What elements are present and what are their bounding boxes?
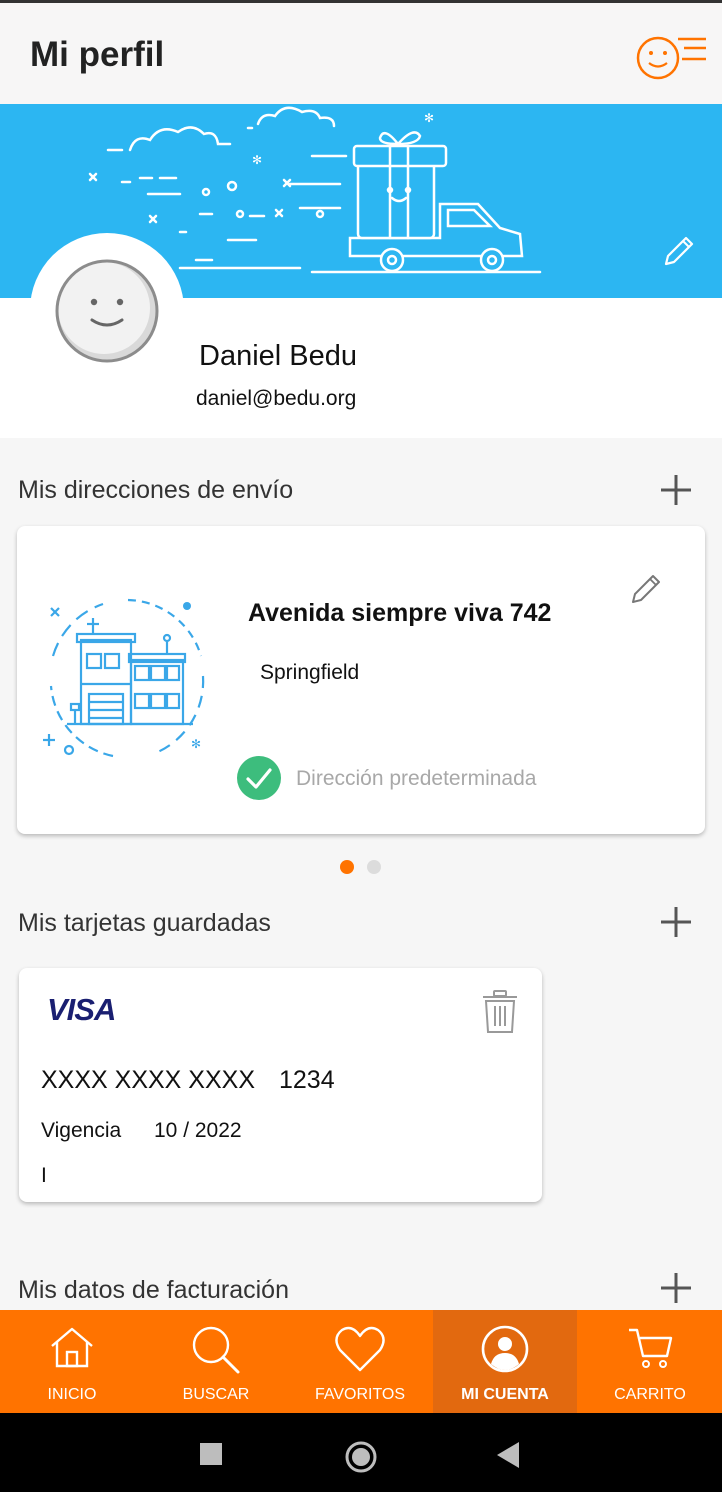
back-icon[interactable]	[497, 1442, 519, 1468]
nav-favoritos[interactable]: FAVORITOS	[288, 1310, 432, 1413]
account-icon	[481, 1325, 529, 1373]
search-icon	[192, 1326, 240, 1374]
card-expiry: 10 / 2022	[154, 1119, 242, 1142]
building-illustration: ✻	[43, 598, 205, 758]
addresses-section-title: Mis direcciones de envío	[18, 476, 294, 504]
pager-dot[interactable]	[367, 860, 381, 874]
cards-section-title: Mis tarjetas guardadas	[18, 909, 271, 937]
system-nav-bar	[0, 1413, 722, 1492]
profile-menu-icon[interactable]	[634, 33, 710, 83]
nav-inicio[interactable]: INICIO	[0, 1310, 144, 1413]
cart-icon	[629, 1328, 673, 1368]
nav-buscar[interactable]: BUSCAR	[144, 1310, 288, 1413]
bottom-nav: INICIO BUSCAR FAVORITOS MI CUENTA CARRIT…	[0, 1310, 722, 1413]
card-number-mask: XXXX XXXX XXXX	[41, 1066, 255, 1094]
face-avatar-icon	[55, 259, 159, 363]
trash-icon[interactable]	[479, 988, 521, 1036]
address-city: Springfield	[260, 661, 360, 684]
check-circle-icon	[237, 756, 281, 800]
address-card[interactable]: ✻ Avenida siempre viva 742 Springfield D…	[17, 526, 705, 834]
billing-section-title: Mis datos de facturación	[18, 1276, 289, 1304]
app-header: Mi perfil	[0, 3, 722, 104]
page-title: Mi perfil	[30, 35, 165, 74]
card-holder: I	[41, 1164, 47, 1187]
card-validity-label: Vigencia	[41, 1119, 122, 1142]
card-last4: 1234	[279, 1066, 335, 1094]
address-street: Avenida siempre viva 742	[248, 599, 552, 627]
profile-email: daniel@bedu.org	[196, 387, 357, 410]
saved-card[interactable]: VISA XXXX XXXX XXXX 1234 Vigencia 10 / 2…	[19, 968, 542, 1202]
add-address-icon[interactable]	[656, 470, 696, 510]
avatar[interactable]	[30, 233, 184, 387]
heart-icon	[335, 1326, 385, 1372]
svg-text:✻: ✻	[424, 111, 434, 125]
edit-banner-icon[interactable]	[658, 232, 698, 272]
add-billing-icon[interactable]	[656, 1268, 696, 1308]
recents-icon[interactable]	[200, 1443, 222, 1465]
card-brand-logo: VISA	[47, 992, 116, 1027]
home-circle-icon[interactable]	[344, 1440, 378, 1474]
default-address-label: Dirección predeterminada	[296, 767, 537, 790]
profile-name: Daniel Bedu	[199, 340, 357, 372]
home-icon	[51, 1327, 93, 1368]
add-card-icon[interactable]	[656, 902, 696, 942]
svg-text:✻: ✻	[191, 737, 201, 751]
nav-carrito[interactable]: CARRITO	[578, 1310, 722, 1413]
nav-mi-cuenta[interactable]: MI CUENTA	[433, 1310, 577, 1413]
svg-text:✻: ✻	[252, 153, 262, 167]
edit-address-icon[interactable]	[627, 570, 665, 608]
pager-dot-active[interactable]	[340, 860, 354, 874]
